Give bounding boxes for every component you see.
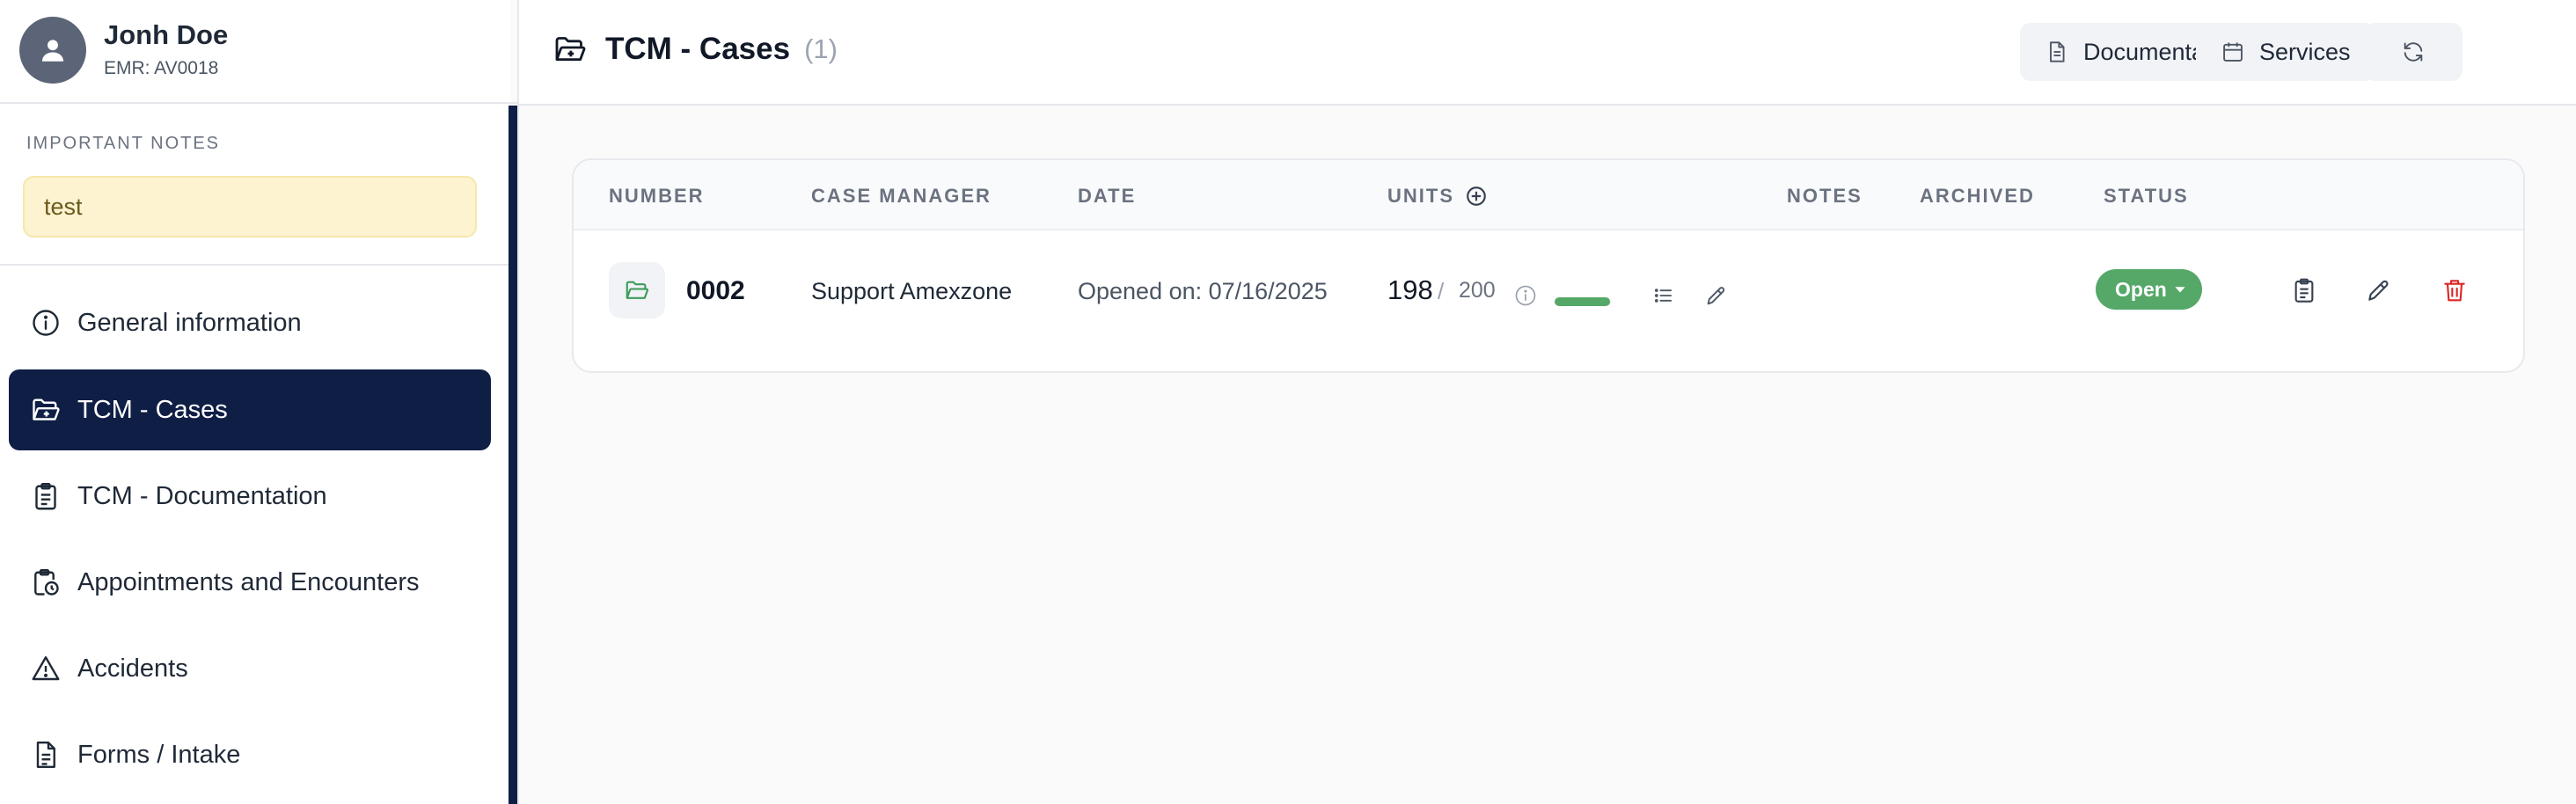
services-button-label: Services — [2259, 38, 2351, 65]
sidebar-item-tcm-documentation[interactable]: TCM - Documentation — [9, 456, 491, 537]
sidebar-item-label: Forms / Intake — [77, 740, 241, 769]
table-row[interactable]: 0002 Support Amexzone Opened on: 07/16/2… — [574, 232, 2523, 371]
info-icon — [33, 310, 59, 336]
table-header: NUMBER CASE MANAGER DATE UNITS NOTES ARC… — [574, 160, 2523, 230]
refresh-icon — [2404, 42, 2423, 62]
case-count: (1) — [804, 33, 838, 64]
document-icon — [2050, 41, 2065, 62]
column-header-units: UNITS — [1387, 185, 1488, 208]
avatar[interactable] — [19, 17, 86, 84]
edit-case-button[interactable] — [2365, 276, 2393, 304]
column-header-date: DATE — [1078, 185, 1137, 207]
trash-icon — [2444, 280, 2465, 302]
column-header-archived: ARCHIVED — [1920, 185, 2035, 207]
pencil-icon — [2368, 280, 2389, 301]
user-icon — [41, 40, 64, 62]
refresh-button[interactable] — [2364, 23, 2463, 81]
column-header-number: NUMBER — [609, 185, 705, 207]
add-circle-icon[interactable] — [1465, 185, 1488, 208]
status-label: Open — [2115, 277, 2167, 301]
page-header: TCM - Cases (1) Documentation Services — [519, 0, 2576, 106]
folder-open-icon — [626, 281, 649, 299]
caret-down-icon — [2175, 287, 2185, 293]
folder-open-icon — [33, 398, 60, 420]
sidebar-item-label: General information — [77, 308, 302, 337]
column-header-notes: NOTES — [1787, 185, 1862, 207]
patient-name: Jonh Doe — [104, 19, 229, 50]
sidebar-item-accidents[interactable]: Accidents — [9, 628, 491, 709]
note-text: test — [44, 193, 83, 220]
documentation-action-button[interactable] — [2290, 276, 2318, 304]
patient-emr: EMR: AV0018 — [104, 58, 219, 78]
warning-icon — [32, 656, 60, 681]
sidebar-divider — [517, 0, 519, 804]
delete-case-button[interactable] — [2441, 276, 2469, 304]
status-dropdown[interactable]: Open — [2096, 269, 2202, 310]
page-title: TCM - Cases — [605, 32, 791, 66]
note-item[interactable]: test — [23, 176, 477, 238]
column-header-case-manager: CASE MANAGER — [811, 185, 992, 207]
units-progress-fill — [1555, 297, 1611, 306]
services-button[interactable]: Services — [2196, 23, 2375, 81]
sidebar-item-forms-intake[interactable]: Forms / Intake — [9, 714, 491, 795]
sidebar-item-general-information[interactable]: General information — [9, 282, 491, 363]
document-icon — [36, 742, 55, 768]
sidebar-item-label: TCM - Documentation — [77, 481, 327, 510]
sidebar-item-label: Appointments and Encounters — [77, 567, 420, 596]
units-separator: / — [1438, 278, 1445, 304]
units-info-icon[interactable] — [1513, 283, 1538, 308]
folder-open-icon — [555, 37, 586, 62]
case-icon-box — [609, 262, 665, 318]
sidebar-scroll-indicator — [509, 106, 517, 804]
page-title-group: TCM - Cases (1) — [553, 32, 838, 67]
column-header-units-label: UNITS — [1387, 185, 1454, 207]
sidebar-item-tcm-cases[interactable]: TCM - Cases — [9, 369, 491, 450]
case-date: Opened on: 07/16/2025 — [1078, 278, 1328, 304]
units-used: 198 — [1387, 274, 1433, 305]
calendar-icon — [2223, 42, 2243, 62]
sidebar-item-label: Accidents — [77, 654, 188, 683]
calendar-clock-icon — [34, 568, 59, 596]
important-notes-title: IMPORTANT NOTES — [26, 134, 221, 153]
units-progress-bar — [1555, 297, 1611, 306]
clipboard-icon — [35, 482, 56, 510]
patient-header: Jonh Doe EMR: AV0018 — [0, 0, 517, 104]
units-total: 200 — [1459, 278, 1496, 303]
column-header-status: STATUS — [2104, 185, 2189, 207]
sidebar: Jonh Doe EMR: AV0018 IMPORTANT NOTES tes… — [0, 0, 517, 804]
case-number[interactable]: 0002 — [686, 276, 745, 306]
sidebar-item-appointments-and-encounters[interactable]: Appointments and Encounters — [9, 542, 491, 623]
list-icon[interactable] — [1651, 283, 1676, 308]
sidebar-item-label: TCM - Cases — [77, 395, 228, 424]
case-manager: Support Amexzone — [811, 278, 1013, 304]
edit-units-icon[interactable] — [1704, 283, 1729, 308]
important-notes-section: IMPORTANT NOTES test — [0, 106, 509, 266]
clipboard-icon — [2294, 278, 2314, 303]
cases-table: NUMBER CASE MANAGER DATE UNITS NOTES ARC… — [572, 158, 2525, 373]
